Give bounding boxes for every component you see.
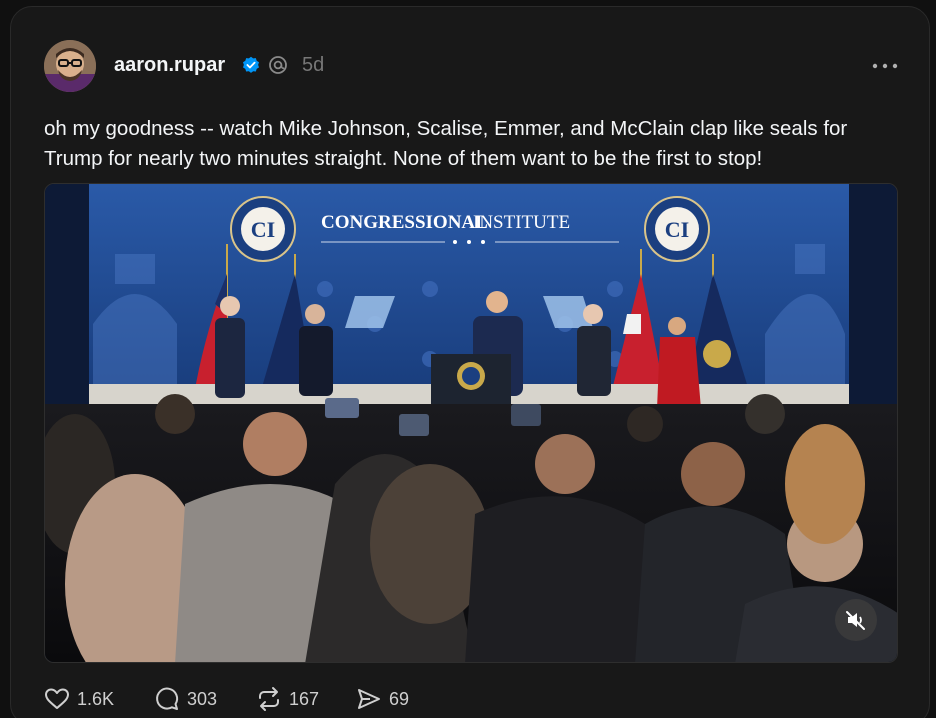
like-count: 1.6K: [77, 688, 115, 709]
threads-icon[interactable]: [268, 55, 288, 75]
heart-icon: [45, 688, 69, 709]
post-video[interactable]: CI CI CONGRESSIONAL INSTITUTE: [44, 183, 898, 663]
post-timestamp: 5d: [302, 54, 325, 76]
video-frame: CI CI CONGRESSIONAL INSTITUTE: [45, 184, 897, 662]
left-seal-logo: CI: [230, 196, 296, 262]
like-button[interactable]: 1.6K: [44, 684, 114, 714]
reply-icon: [156, 687, 179, 710]
repost-button[interactable]: 167: [256, 684, 319, 714]
share-icon: [358, 689, 380, 709]
podium: [431, 354, 511, 404]
avatar[interactable]: [44, 40, 96, 92]
mute-button[interactable]: [835, 599, 877, 641]
repost-count: 167: [289, 688, 320, 709]
right-seal-logo: CI: [644, 196, 710, 262]
mute-icon: [846, 611, 865, 630]
banner-text-light: INSTITUTE: [473, 212, 570, 233]
username[interactable]: aaron.rupar: [114, 54, 225, 77]
share-count: 69: [389, 688, 410, 709]
reply-button[interactable]: 303: [154, 684, 217, 714]
share-button[interactable]: 69: [356, 684, 409, 714]
post-text: oh my goodness -- watch Mike Johnson, Sc…: [44, 117, 848, 170]
banner-text-bold: CONGRESSIONAL: [321, 212, 488, 233]
verified-icon: [242, 56, 260, 73]
repost-icon: [259, 687, 279, 711]
svg-text:CI: CI: [665, 217, 689, 242]
more-icon[interactable]: [868, 54, 902, 78]
svg-text:CI: CI: [251, 217, 275, 242]
reply-count: 303: [187, 688, 218, 709]
